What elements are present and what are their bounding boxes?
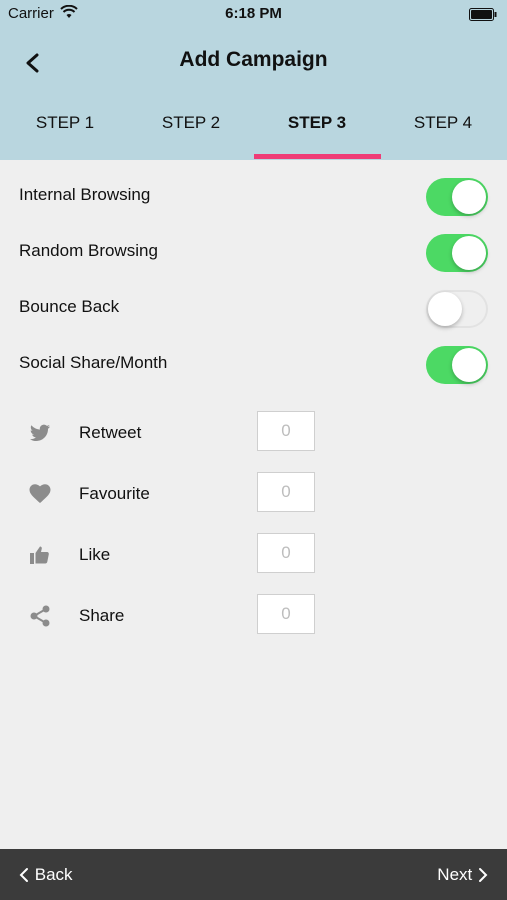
social-row-retweet: Retweet xyxy=(0,403,507,464)
toggle-row-bounce-back: Bounce Back xyxy=(0,280,507,336)
toggle-label: Social Share/Month xyxy=(19,353,168,372)
header: Add Campaign STEP 1 STEP 2 STEP 3 STEP 4 xyxy=(0,28,507,160)
bounce-back-switch[interactable] xyxy=(426,290,488,328)
status-bar: Carrier 6:18 PM xyxy=(0,0,507,28)
active-tab-indicator xyxy=(254,154,381,159)
chevron-left-icon xyxy=(19,868,28,882)
retweet-count-input[interactable] xyxy=(257,411,315,451)
next-button[interactable]: Next xyxy=(437,849,489,900)
tab-step-2[interactable]: STEP 2 xyxy=(128,108,254,160)
twitter-icon xyxy=(28,421,52,445)
social-row-favourite: Favourite xyxy=(0,464,507,525)
toggle-label: Bounce Back xyxy=(19,297,120,316)
share-count-input[interactable] xyxy=(257,594,315,634)
social-row-share: Share xyxy=(0,586,507,647)
social-label: Favourite xyxy=(79,484,150,503)
back-button-label: Back xyxy=(34,865,73,884)
toggle-label: Internal Browsing xyxy=(19,185,151,204)
social-label: Like xyxy=(79,545,111,564)
like-count-input[interactable] xyxy=(257,533,315,573)
status-time: 6:18 PM xyxy=(225,5,282,22)
battery-icon xyxy=(469,8,497,25)
toggle-label: Random Browsing xyxy=(19,241,158,260)
random-browsing-switch[interactable] xyxy=(426,234,488,272)
social-row-like: Like xyxy=(0,525,507,586)
switch-knob xyxy=(428,292,462,326)
share-icon xyxy=(28,604,52,628)
heart-icon xyxy=(28,482,52,506)
next-button-label: Next xyxy=(437,865,473,884)
tab-step-4[interactable]: STEP 4 xyxy=(380,108,506,160)
chevron-right-icon xyxy=(479,868,488,882)
switch-knob xyxy=(452,348,486,382)
footer-bar: Back Next xyxy=(0,849,507,900)
tab-step-3[interactable]: STEP 3 xyxy=(254,108,380,160)
page-title: Add Campaign xyxy=(179,48,328,71)
toggle-row-internal-browsing: Internal Browsing xyxy=(0,168,507,224)
switch-knob xyxy=(452,180,486,214)
social-label: Share xyxy=(79,606,125,625)
social-label: Retweet xyxy=(79,423,142,442)
thumbs-up-icon xyxy=(28,543,52,567)
back-button[interactable]: Back xyxy=(18,849,73,900)
step-tabs: STEP 1 STEP 2 STEP 3 STEP 4 xyxy=(0,108,507,160)
toggle-row-social-share: Social Share/Month xyxy=(0,336,507,392)
internal-browsing-switch[interactable] xyxy=(426,178,488,216)
favourite-count-input[interactable] xyxy=(257,472,315,512)
toggle-row-random-browsing: Random Browsing xyxy=(0,224,507,280)
switch-knob xyxy=(452,236,486,270)
tab-step-1[interactable]: STEP 1 xyxy=(2,108,128,160)
social-share-switch[interactable] xyxy=(426,346,488,384)
